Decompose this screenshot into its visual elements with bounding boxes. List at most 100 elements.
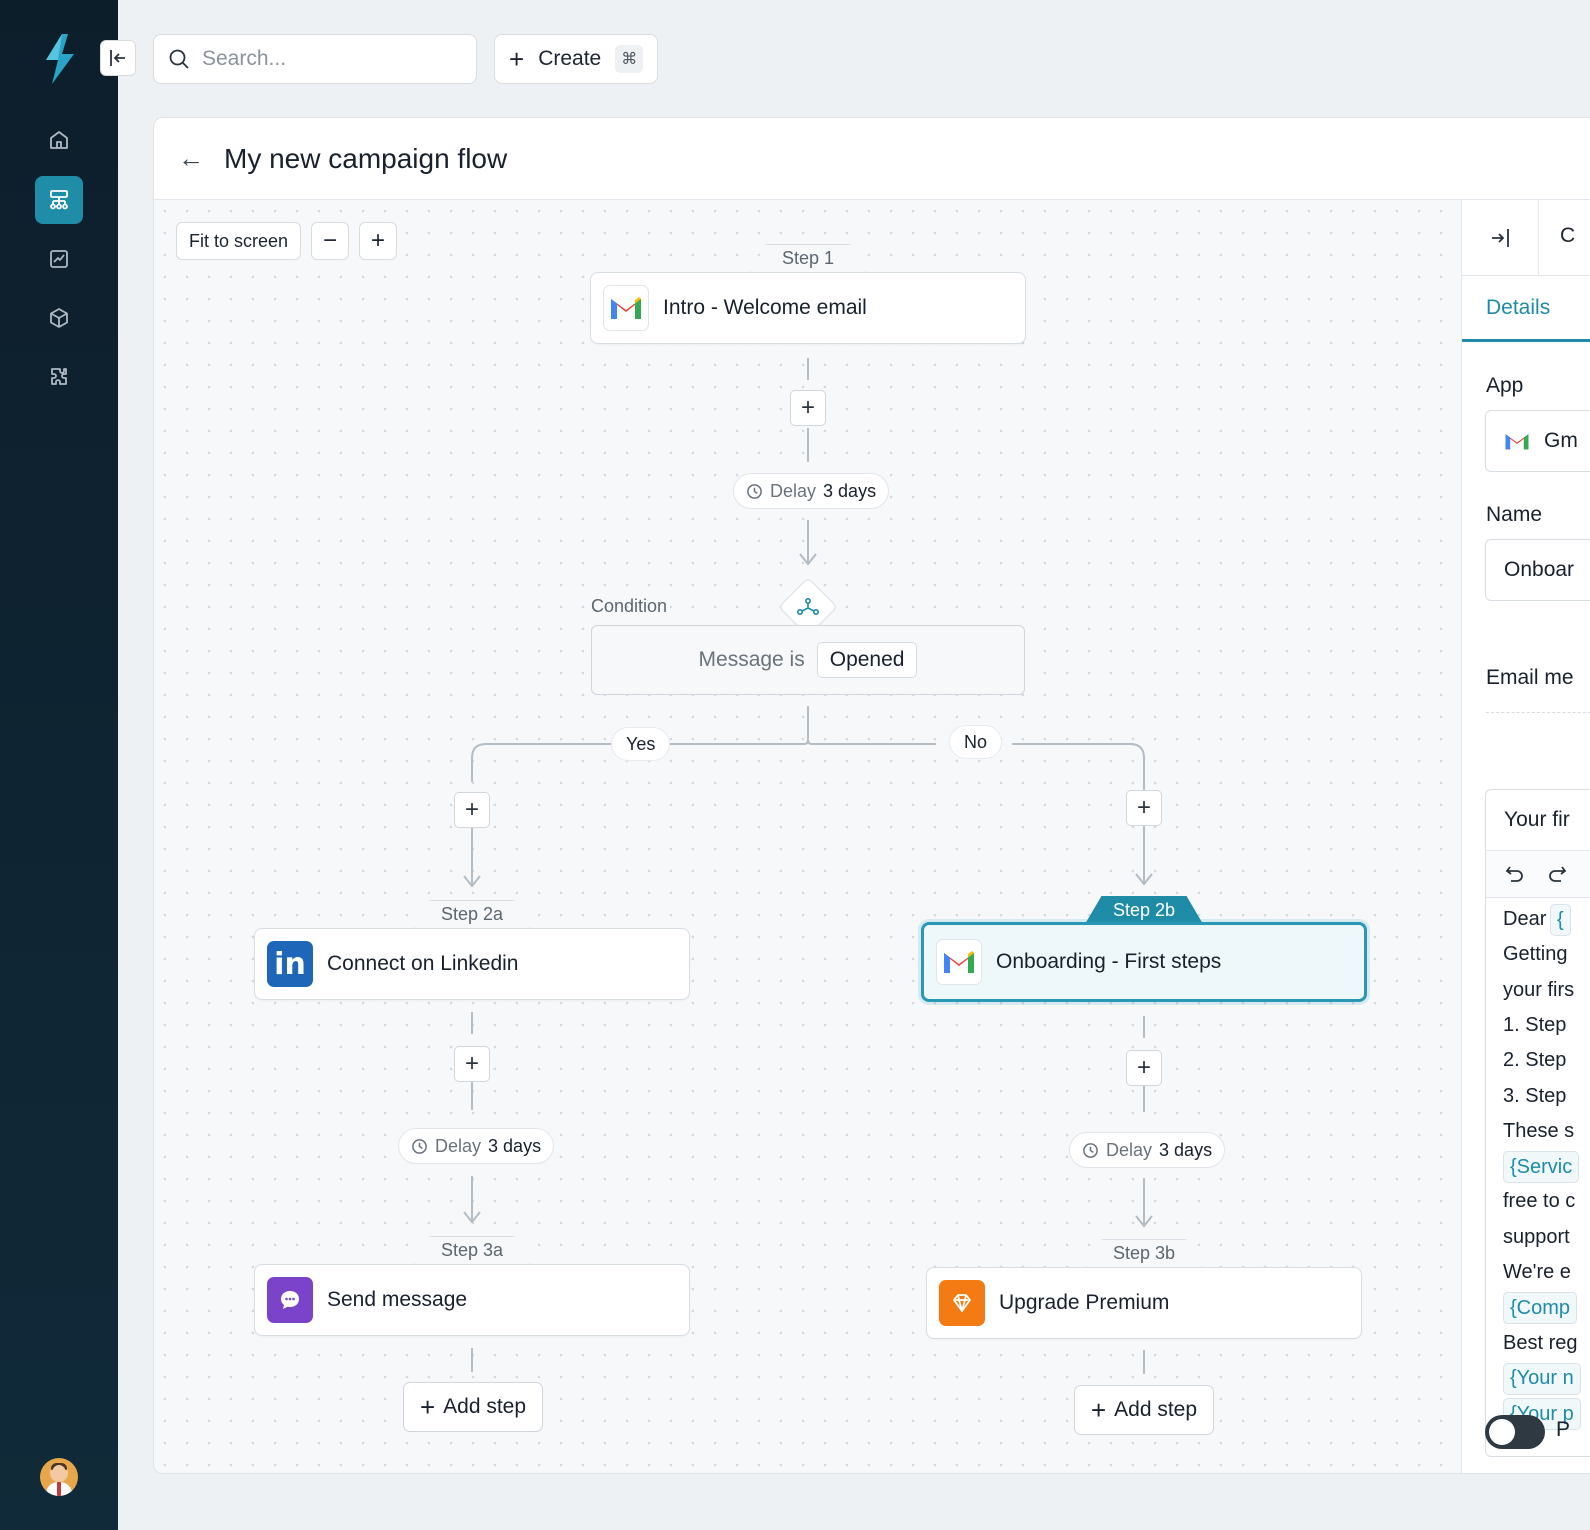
step-2a-tab: Step 2a [414, 900, 530, 928]
zoom-out-button[interactable]: − [311, 222, 350, 260]
email-body-line: your firs [1503, 978, 1575, 1001]
search-placeholder: Search... [202, 47, 287, 70]
email-body-line: 3. Step [1503, 1084, 1567, 1107]
email-body-line: free to c [1503, 1190, 1576, 1213]
panel-header: ← My new campaign flow [154, 118, 1590, 200]
email-body-line: Best reg [1503, 1331, 1578, 1354]
nav-home-button[interactable] [35, 116, 83, 164]
create-label: Create [538, 47, 602, 70]
details-header-cut-text: C [1560, 224, 1576, 247]
clock-icon [412, 1138, 427, 1154]
step-1-label: Intro - Welcome email [663, 296, 867, 319]
nav-integrations-button[interactable] [35, 353, 83, 401]
app-logo-icon[interactable] [38, 34, 82, 84]
branch-yes-label: Yes [612, 728, 670, 760]
step-2b-label: Onboarding - First steps [996, 950, 1222, 973]
step-2a-node[interactable]: in Connect on Linkedin [254, 928, 690, 1000]
home-icon [50, 131, 68, 149]
delay-2b-pill[interactable]: Delay 3 days [1069, 1132, 1226, 1168]
collapse-sidebar-button[interactable] [100, 40, 136, 76]
condition-box[interactable]: Message is Opened [591, 625, 1025, 695]
step-3b-label: Upgrade Premium [999, 1291, 1170, 1314]
user-avatar[interactable] [40, 1458, 78, 1496]
back-arrow-icon[interactable]: ← [178, 143, 204, 174]
email-body-line: Getting [1503, 943, 1568, 966]
delay-2a-pill[interactable]: Delay 3 days [398, 1128, 555, 1164]
app-select[interactable]: Gm [1485, 410, 1590, 472]
flow-canvas[interactable]: Fit to screen − + Step 1 Intro - Welcome… [154, 200, 1461, 1473]
step-2b-node[interactable]: Onboarding - First steps [921, 922, 1367, 1002]
tab-details[interactable]: Details [1462, 276, 1590, 342]
add-yes-branch-button[interactable]: + [454, 792, 490, 828]
nav-flows-button[interactable] [35, 176, 83, 224]
template-variable-chip: {Your n [1503, 1362, 1581, 1395]
flow-panel: ← My new campaign flow Fit to screen − +… [153, 117, 1590, 1474]
nav-packages-button[interactable] [35, 294, 83, 342]
add-step-right-button[interactable]: + Add step [1074, 1385, 1214, 1435]
add-no-branch-button[interactable]: + [1126, 790, 1162, 826]
zoom-in-button[interactable]: + [359, 222, 398, 260]
template-variable-chip: {Servic [1503, 1151, 1580, 1184]
add-after-step2a-button[interactable]: + [454, 1046, 490, 1082]
gmail-icon [1505, 434, 1529, 450]
step-1-node[interactable]: Intro - Welcome email [590, 272, 1026, 344]
email-body-line: support [1503, 1225, 1570, 1248]
plus-icon: + [1090, 1395, 1107, 1425]
create-shortcut-badge: ⌘ [615, 45, 644, 73]
email-subject-input[interactable]: Your fir [1504, 808, 1570, 832]
plus-icon: + [419, 1392, 436, 1422]
template-variable-chip: { [1550, 904, 1571, 936]
email-editor[interactable]: Your fir Dear{Getting your firs 1. Step 2… [1485, 789, 1590, 1457]
details-top-row: C [1462, 200, 1590, 276]
diamond-icon [939, 1280, 985, 1326]
step-3b-node[interactable]: Upgrade Premium [926, 1267, 1362, 1339]
collapse-left-icon [110, 50, 125, 66]
toggle-switch[interactable] [1485, 1415, 1545, 1449]
search-input[interactable]: Search... [153, 34, 477, 84]
name-input[interactable]: Onboar [1485, 539, 1590, 601]
editor-toolbar [1486, 850, 1590, 898]
step-2b-tab: Step 2b [1085, 896, 1203, 924]
email-body-line: 1. Step [1503, 1013, 1567, 1036]
gmail-icon [936, 939, 982, 985]
cube-icon [50, 308, 68, 328]
search-icon [169, 49, 189, 69]
undo-icon[interactable] [1504, 863, 1526, 885]
branch-icon [796, 598, 819, 615]
section-divider [1486, 712, 1590, 713]
add-step-left-button[interactable]: + Add step [403, 1382, 543, 1432]
create-button[interactable]: + Create ⌘ [494, 34, 658, 84]
branch-no-label: No [950, 726, 1002, 758]
sidebar [0, 0, 118, 1530]
email-body-line: We're e [1503, 1261, 1571, 1283]
step-3b-tab: Step 3b [1086, 1239, 1202, 1267]
clock-icon [747, 483, 762, 499]
chart-icon [50, 250, 68, 268]
add-between-step1-button[interactable]: + [790, 390, 826, 426]
condition-label: Condition [591, 596, 668, 616]
email-message-label: Email me [1486, 666, 1574, 689]
page-title: My new campaign flow [224, 142, 508, 174]
redo-icon[interactable] [1546, 863, 1568, 885]
plus-icon: + [509, 44, 525, 74]
step-1-tab: Step 1 [750, 244, 866, 272]
collapse-right-icon[interactable] [1488, 226, 1512, 250]
app-field-label: App [1486, 374, 1524, 397]
condition-value-select[interactable]: Opened [816, 642, 918, 678]
template-variable-chip: {Comp [1503, 1292, 1578, 1325]
add-after-step2b-button[interactable]: + [1126, 1050, 1162, 1086]
email-body-line: 2. Step [1503, 1049, 1567, 1072]
gmail-icon [603, 285, 649, 331]
step-3a-node[interactable]: Send message [254, 1264, 690, 1336]
details-panel: C Details App Gm Name Onboar Email me Yo… [1461, 200, 1590, 1473]
delay-1-pill[interactable]: Delay 3 days [733, 473, 890, 509]
chat-bubble-icon [267, 1277, 313, 1323]
condition-text: Message is [698, 648, 805, 671]
canvas-toolbar: Fit to screen − + [176, 222, 398, 260]
step-3a-label: Send message [327, 1288, 468, 1311]
toggle-label: P [1556, 1418, 1571, 1441]
nav-analytics-button[interactable] [35, 235, 83, 283]
fit-to-screen-button[interactable]: Fit to screen [176, 222, 302, 260]
flow-icon [50, 190, 68, 210]
name-field-label: Name [1486, 503, 1543, 526]
